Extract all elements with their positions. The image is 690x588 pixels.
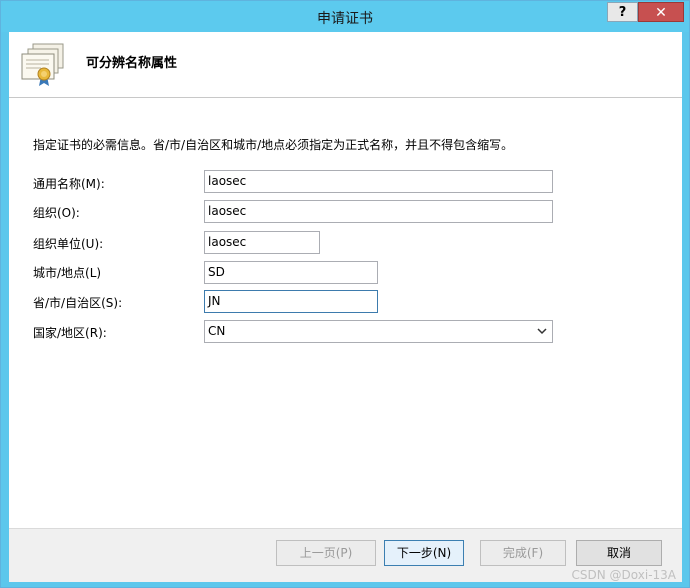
next-button[interactable]: 下一步(N) <box>384 540 464 566</box>
city-input[interactable]: SD <box>204 261 378 284</box>
organization-input[interactable]: laosec <box>204 200 553 223</box>
dialog-client: 可分辨名称属性 指定证书的必需信息。省/市/自治区和城市/地点必须指定为正式名称… <box>9 32 682 582</box>
wizard-header: 可分辨名称属性 <box>9 32 682 98</box>
watermark: CSDN @Doxi-13A <box>571 568 676 582</box>
finish-button[interactable]: 完成(F) <box>480 540 566 566</box>
dialog-window: 申请证书 ? ✕ 可分辨名称属性 指定证书的必需信息。省/市/自治区和城市/地点… <box>0 0 690 588</box>
window-title: 申请证书 <box>317 11 373 27</box>
organization-label: 组织(O): <box>33 206 80 220</box>
country-label: 国家/地区(R): <box>33 326 107 340</box>
state-input[interactable]: JN <box>204 290 378 313</box>
help-button[interactable]: ? <box>607 2 638 22</box>
city-label: 城市/地点(L) <box>33 266 102 280</box>
common-name-label: 通用名称(M): <box>33 177 105 191</box>
wizard-body: 指定证书的必需信息。省/市/自治区和城市/地点必须指定为正式名称，并且不得包含缩… <box>9 98 682 528</box>
page-title: 可分辨名称属性 <box>86 56 178 71</box>
instruction-text: 指定证书的必需信息。省/市/自治区和城市/地点必须指定为正式名称，并且不得包含缩… <box>33 138 514 152</box>
cancel-button[interactable]: 取消 <box>576 540 662 566</box>
certificate-icon <box>21 43 64 86</box>
background-window-strip <box>682 32 689 581</box>
org-unit-label: 组织单位(U): <box>33 237 104 251</box>
country-select[interactable]: CN <box>204 320 553 343</box>
org-unit-input[interactable]: laosec <box>204 231 320 254</box>
title-bar[interactable]: 申请证书 ? ✕ <box>1 1 689 32</box>
common-name-input[interactable]: laosec <box>204 170 553 193</box>
country-select-value: CN <box>208 324 226 338</box>
prev-button[interactable]: 上一页(P) <box>276 540 376 566</box>
state-label: 省/市/自治区(S): <box>33 296 123 310</box>
chevron-down-icon <box>537 328 547 335</box>
close-button[interactable]: ✕ <box>638 2 684 22</box>
